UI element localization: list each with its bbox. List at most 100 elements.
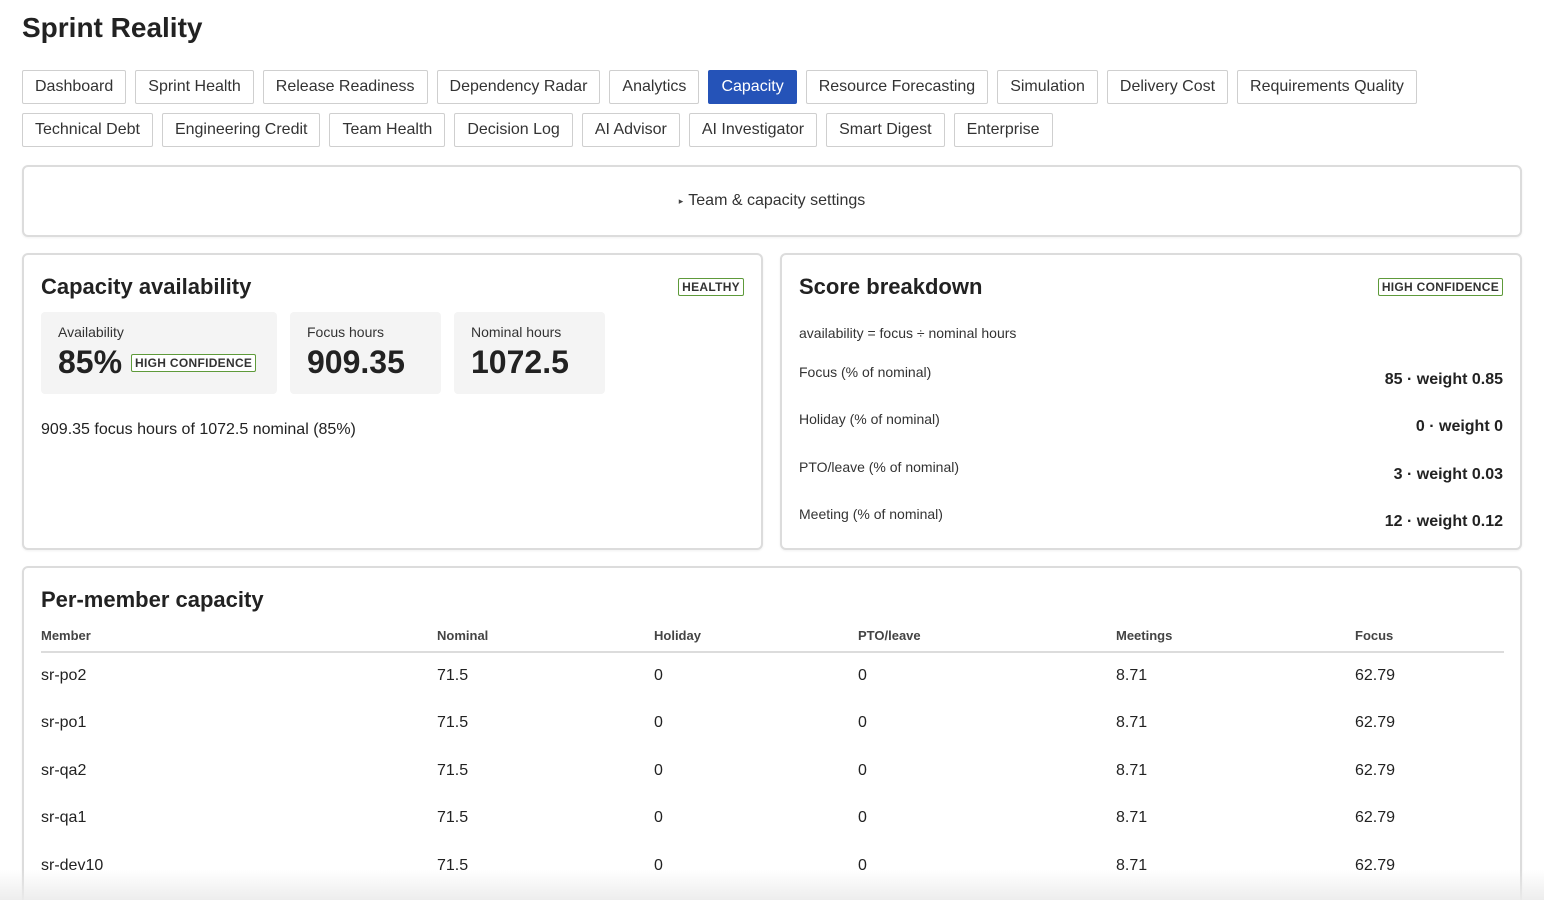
- per-member-capacity-card: Per-member capacity Member Nominal Holid…: [22, 566, 1522, 900]
- tab-dashboard[interactable]: Dashboard: [22, 70, 127, 104]
- holiday-cell: 0: [654, 761, 663, 779]
- column-header-nominal[interactable]: Nominal: [437, 628, 654, 653]
- focus-cell: 62.79: [1355, 667, 1396, 685]
- tab-technical-debt[interactable]: Technical Debt: [22, 113, 153, 147]
- score-breakdown-card: Score breakdown HIGH CONFIDENCE availabi…: [780, 253, 1522, 550]
- availability-value: 85%: [58, 344, 123, 380]
- tab-capacity[interactable]: Capacity: [708, 70, 797, 104]
- meetings-cell: 8.71: [1116, 809, 1148, 827]
- nominal-cell: 71.5: [437, 714, 469, 732]
- score-row-holiday: Holiday (% of nominal) 0 · weight 0: [799, 411, 1503, 451]
- focus-cell: 62.79: [1355, 714, 1396, 732]
- healthy-status-badge: HEALTHY: [678, 278, 744, 296]
- tab-ai-investigator[interactable]: AI Investigator: [688, 113, 818, 147]
- tab-release-readiness[interactable]: Release Readiness: [262, 70, 428, 104]
- tab-row-2: Technical Debt Engineering Credit Team H…: [22, 113, 1522, 147]
- tab-delivery-cost[interactable]: Delivery Cost: [1106, 70, 1229, 104]
- pto-cell: 0: [858, 856, 867, 874]
- focus-hours-metric: Focus hours 909.35: [290, 312, 441, 394]
- nominal-cell: 71.5: [437, 809, 469, 827]
- score-row-value: 85 · weight 0.85: [1384, 371, 1503, 388]
- member-cell: sr-dev10: [41, 856, 104, 874]
- table-row: sr-qa1 71.5 0 0 8.71 62.79: [41, 795, 1504, 843]
- disclosure-triangle-icon: ▸: [678, 195, 684, 206]
- member-cell: sr-po1: [41, 714, 87, 732]
- tab-resource-forecasting[interactable]: Resource Forecasting: [805, 70, 989, 104]
- table-row: sr-po2 71.5 0 0 8.71 62.79: [41, 652, 1504, 700]
- score-row-value: 12 · weight 0.12: [1384, 513, 1503, 530]
- tab-enterprise[interactable]: Enterprise: [953, 113, 1053, 147]
- meetings-cell: 8.71: [1116, 761, 1148, 779]
- holiday-cell: 0: [654, 667, 663, 685]
- nominal-hours-label: Nominal hours: [471, 324, 562, 340]
- table-row: sr-po1 71.5 0 0 8.71 62.79: [41, 700, 1504, 748]
- tab-dependency-radar[interactable]: Dependency Radar: [436, 70, 601, 104]
- column-header-member[interactable]: Member: [41, 628, 437, 653]
- availability-metric: Availability 85% HIGH CONFIDENCE: [41, 312, 277, 394]
- meetings-cell: 8.71: [1116, 714, 1148, 732]
- tab-smart-digest[interactable]: Smart Digest: [826, 113, 945, 147]
- member-cell: sr-qa1: [41, 809, 87, 827]
- confidence-badge: HIGH CONFIDENCE: [1377, 278, 1503, 296]
- pto-cell: 0: [858, 761, 867, 779]
- capacity-card-title: Capacity availability: [41, 274, 252, 299]
- holiday-cell: 0: [654, 809, 663, 827]
- holiday-cell: 0: [654, 856, 663, 874]
- pto-cell: 0: [858, 667, 867, 685]
- nominal-hours-value: 1072.5: [471, 344, 569, 380]
- score-row-value: 0 · weight 0: [1415, 418, 1503, 435]
- tab-ai-advisor[interactable]: AI Advisor: [581, 113, 680, 147]
- pto-cell: 0: [858, 809, 867, 827]
- settings-label: Team & capacity settings: [688, 192, 866, 209]
- focus-hours-value: 909.35: [307, 344, 405, 380]
- tab-requirements-quality[interactable]: Requirements Quality: [1237, 70, 1417, 104]
- member-cell: sr-po2: [41, 667, 87, 685]
- member-capacity-table: Member Nominal Holiday PTO/leave Meeting…: [41, 628, 1504, 890]
- per-member-card-title: Per-member capacity: [41, 587, 264, 612]
- column-header-pto[interactable]: PTO/leave: [858, 628, 1116, 653]
- confidence-badge: HIGH CONFIDENCE: [131, 353, 257, 372]
- tab-engineering-credit[interactable]: Engineering Credit: [161, 113, 321, 147]
- score-row-label: Focus (% of nominal): [799, 364, 932, 380]
- tab-row-1: Dashboard Sprint Health Release Readines…: [22, 70, 1522, 104]
- column-header-focus[interactable]: Focus: [1355, 628, 1504, 653]
- member-cell: sr-qa2: [41, 761, 87, 779]
- score-row-meeting: Meeting (% of nominal) 12 · weight 0.12: [799, 506, 1503, 546]
- score-card-title: Score breakdown: [799, 274, 983, 299]
- score-row-label: PTO/leave (% of nominal): [799, 459, 960, 475]
- tab-analytics[interactable]: Analytics: [609, 70, 700, 104]
- nominal-cell: 71.5: [437, 667, 469, 685]
- score-row-label: Meeting (% of nominal): [799, 506, 943, 522]
- table-row: sr-qa2 71.5 0 0 8.71 62.79: [41, 747, 1504, 795]
- app-title: Sprint Reality: [22, 12, 203, 43]
- table-header-row: Member Nominal Holiday PTO/leave Meeting…: [41, 628, 1504, 653]
- capacity-summary: 909.35 focus hours of 1072.5 nominal (85…: [41, 421, 356, 438]
- pto-cell: 0: [858, 714, 867, 732]
- capacity-availability-card: Capacity availability HEALTHY Availabili…: [22, 253, 763, 550]
- score-row-value: 3 · weight 0.03: [1393, 466, 1503, 483]
- table-row: sr-dev10 71.5 0 0 8.71 62.79: [41, 842, 1504, 890]
- team-capacity-settings-toggle[interactable]: ▸ Team & capacity settings: [22, 165, 1522, 237]
- meetings-cell: 8.71: [1116, 667, 1148, 685]
- tab-sprint-health[interactable]: Sprint Health: [135, 70, 254, 104]
- nominal-cell: 71.5: [437, 761, 469, 779]
- tab-team-health[interactable]: Team Health: [329, 113, 446, 147]
- tab-simulation[interactable]: Simulation: [997, 70, 1098, 104]
- score-row-pto: PTO/leave (% of nominal) 3 · weight 0.03: [799, 459, 1503, 499]
- tab-decision-log[interactable]: Decision Log: [454, 113, 573, 147]
- page: Sprint Reality Dashboard Sprint Health R…: [0, 0, 1544, 900]
- column-header-holiday[interactable]: Holiday: [654, 628, 858, 653]
- nominal-cell: 71.5: [437, 856, 469, 874]
- nominal-hours-metric: Nominal hours 1072.5: [454, 312, 605, 394]
- availability-label: Availability: [58, 324, 124, 340]
- column-header-meetings[interactable]: Meetings: [1116, 628, 1355, 653]
- holiday-cell: 0: [654, 714, 663, 732]
- score-row-focus: Focus (% of nominal) 85 · weight 0.85: [799, 364, 1503, 404]
- focus-cell: 62.79: [1355, 856, 1396, 874]
- focus-cell: 62.79: [1355, 809, 1396, 827]
- score-formula: availability = focus ÷ nominal hours: [799, 325, 1017, 341]
- meetings-cell: 8.71: [1116, 856, 1148, 874]
- tab-bar: Dashboard Sprint Health Release Readines…: [22, 70, 1522, 156]
- score-row-label: Holiday (% of nominal): [799, 411, 940, 427]
- focus-hours-label: Focus hours: [307, 324, 385, 340]
